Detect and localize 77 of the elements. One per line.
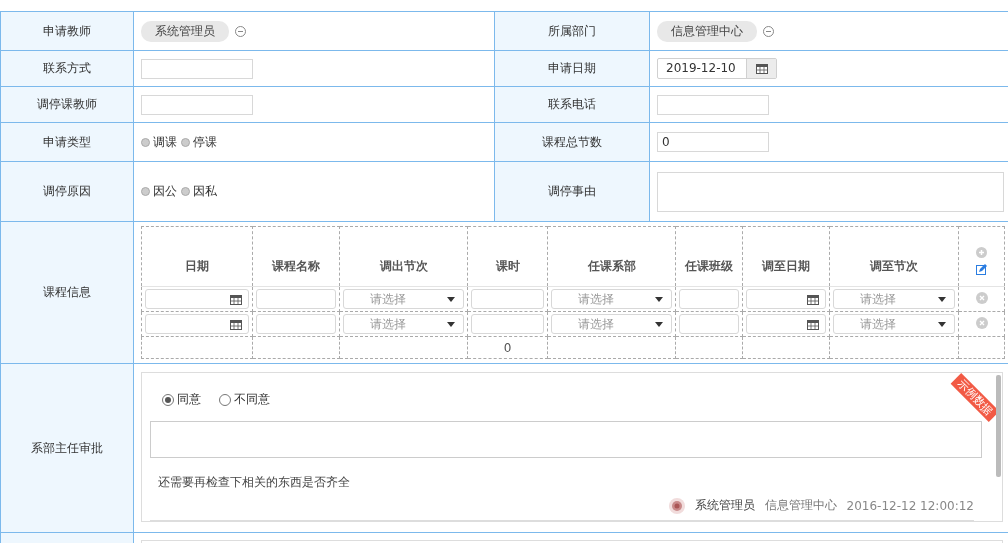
column-header: 任课班级 bbox=[685, 259, 733, 273]
input-field[interactable] bbox=[141, 58, 253, 79]
field-label: 系部主任审批 bbox=[31, 440, 103, 455]
field-label: 申请类型 bbox=[43, 134, 91, 149]
comment-text: 还需要再检查下相关的东西是否齐全 bbox=[158, 474, 351, 491]
scrollbar[interactable] bbox=[996, 375, 1001, 477]
caret-icon bbox=[938, 296, 946, 302]
select-dropdown[interactable]: 请选择 bbox=[343, 314, 464, 334]
remove-icon[interactable] bbox=[235, 25, 246, 37]
signer-name: 系统管理员 bbox=[694, 497, 755, 514]
column-header: 课程名称 bbox=[272, 259, 320, 273]
calendar-icon bbox=[230, 293, 242, 305]
add-icon[interactable] bbox=[976, 246, 987, 258]
radio-label: 因私 bbox=[193, 183, 217, 200]
field-label: 联系电话 bbox=[548, 97, 596, 111]
radio-label: 同意 bbox=[177, 391, 201, 408]
user-tag: 信息管理中心 bbox=[657, 20, 757, 42]
select-dropdown[interactable]: 请选择 bbox=[551, 289, 672, 309]
input-field[interactable]: 0 bbox=[657, 132, 769, 152]
input-field[interactable] bbox=[141, 94, 253, 115]
edit-icon[interactable] bbox=[976, 263, 987, 275]
seal-icon bbox=[668, 497, 685, 514]
column-header: 日期 bbox=[185, 259, 209, 273]
input-field[interactable] bbox=[471, 289, 544, 309]
radio-button[interactable] bbox=[181, 137, 190, 147]
remove-icon[interactable] bbox=[763, 25, 774, 37]
input-field[interactable] bbox=[657, 94, 769, 115]
column-header: 任课系部 bbox=[587, 259, 636, 273]
radio-label: 调课 bbox=[153, 133, 177, 151]
calendar-icon bbox=[807, 318, 819, 330]
input-field[interactable] bbox=[256, 314, 336, 334]
field-label: 调停课教师 bbox=[37, 97, 97, 111]
date-field[interactable] bbox=[746, 289, 826, 309]
radio-button[interactable] bbox=[141, 137, 150, 147]
caret-icon bbox=[447, 321, 455, 327]
date-field[interactable] bbox=[145, 314, 249, 334]
total-value: 0 bbox=[503, 340, 512, 355]
date-field[interactable] bbox=[145, 289, 249, 309]
signer-department: 信息管理中心 bbox=[764, 497, 837, 514]
caret-icon bbox=[655, 321, 663, 327]
caret-icon bbox=[447, 296, 455, 302]
input-field[interactable] bbox=[679, 314, 739, 334]
caret-icon bbox=[938, 321, 946, 327]
column-header: 调至日期 bbox=[762, 259, 810, 273]
field-label: 所属部门 bbox=[548, 23, 596, 38]
radio-label: 因公 bbox=[153, 183, 177, 200]
radio-label: 停课 bbox=[193, 133, 217, 151]
select-dropdown[interactable]: 请选择 bbox=[833, 314, 955, 334]
column-header: 调出节次 bbox=[379, 259, 428, 273]
delete-icon[interactable] bbox=[975, 316, 988, 329]
input-field[interactable] bbox=[471, 314, 544, 334]
radio-button[interactable] bbox=[141, 187, 150, 196]
date-field[interactable] bbox=[746, 314, 826, 334]
text-area[interactable] bbox=[657, 171, 1004, 212]
field-label: 调停事由 bbox=[548, 184, 596, 198]
user-tag: 系统管理员 bbox=[141, 20, 229, 42]
calendar-icon bbox=[230, 318, 242, 330]
field-label: 课程总节数 bbox=[542, 134, 602, 149]
radio-label: 不同意 bbox=[234, 391, 270, 408]
field-label: 申请日期 bbox=[548, 61, 596, 75]
column-header: 课时 bbox=[495, 259, 520, 273]
sign-time: 2016-12-12 12:00:12 bbox=[846, 498, 974, 513]
caret-icon bbox=[655, 296, 663, 302]
field-label: 联系方式 bbox=[43, 61, 91, 75]
column-header: 调至节次 bbox=[870, 259, 918, 273]
field-label: 申请教师 bbox=[43, 23, 91, 38]
select-dropdown[interactable]: 请选择 bbox=[833, 289, 955, 309]
comment-field[interactable] bbox=[150, 421, 982, 458]
radio-button[interactable] bbox=[181, 187, 190, 196]
select-dropdown[interactable]: 请选择 bbox=[551, 314, 672, 334]
field-label: 调停原因 bbox=[43, 184, 91, 198]
input-field[interactable] bbox=[256, 289, 336, 309]
input-field[interactable] bbox=[679, 289, 739, 309]
field-label: 课程信息 bbox=[43, 285, 91, 299]
delete-icon[interactable] bbox=[975, 291, 988, 304]
calendar-icon bbox=[807, 293, 819, 305]
select-dropdown[interactable]: 请选择 bbox=[343, 289, 464, 309]
